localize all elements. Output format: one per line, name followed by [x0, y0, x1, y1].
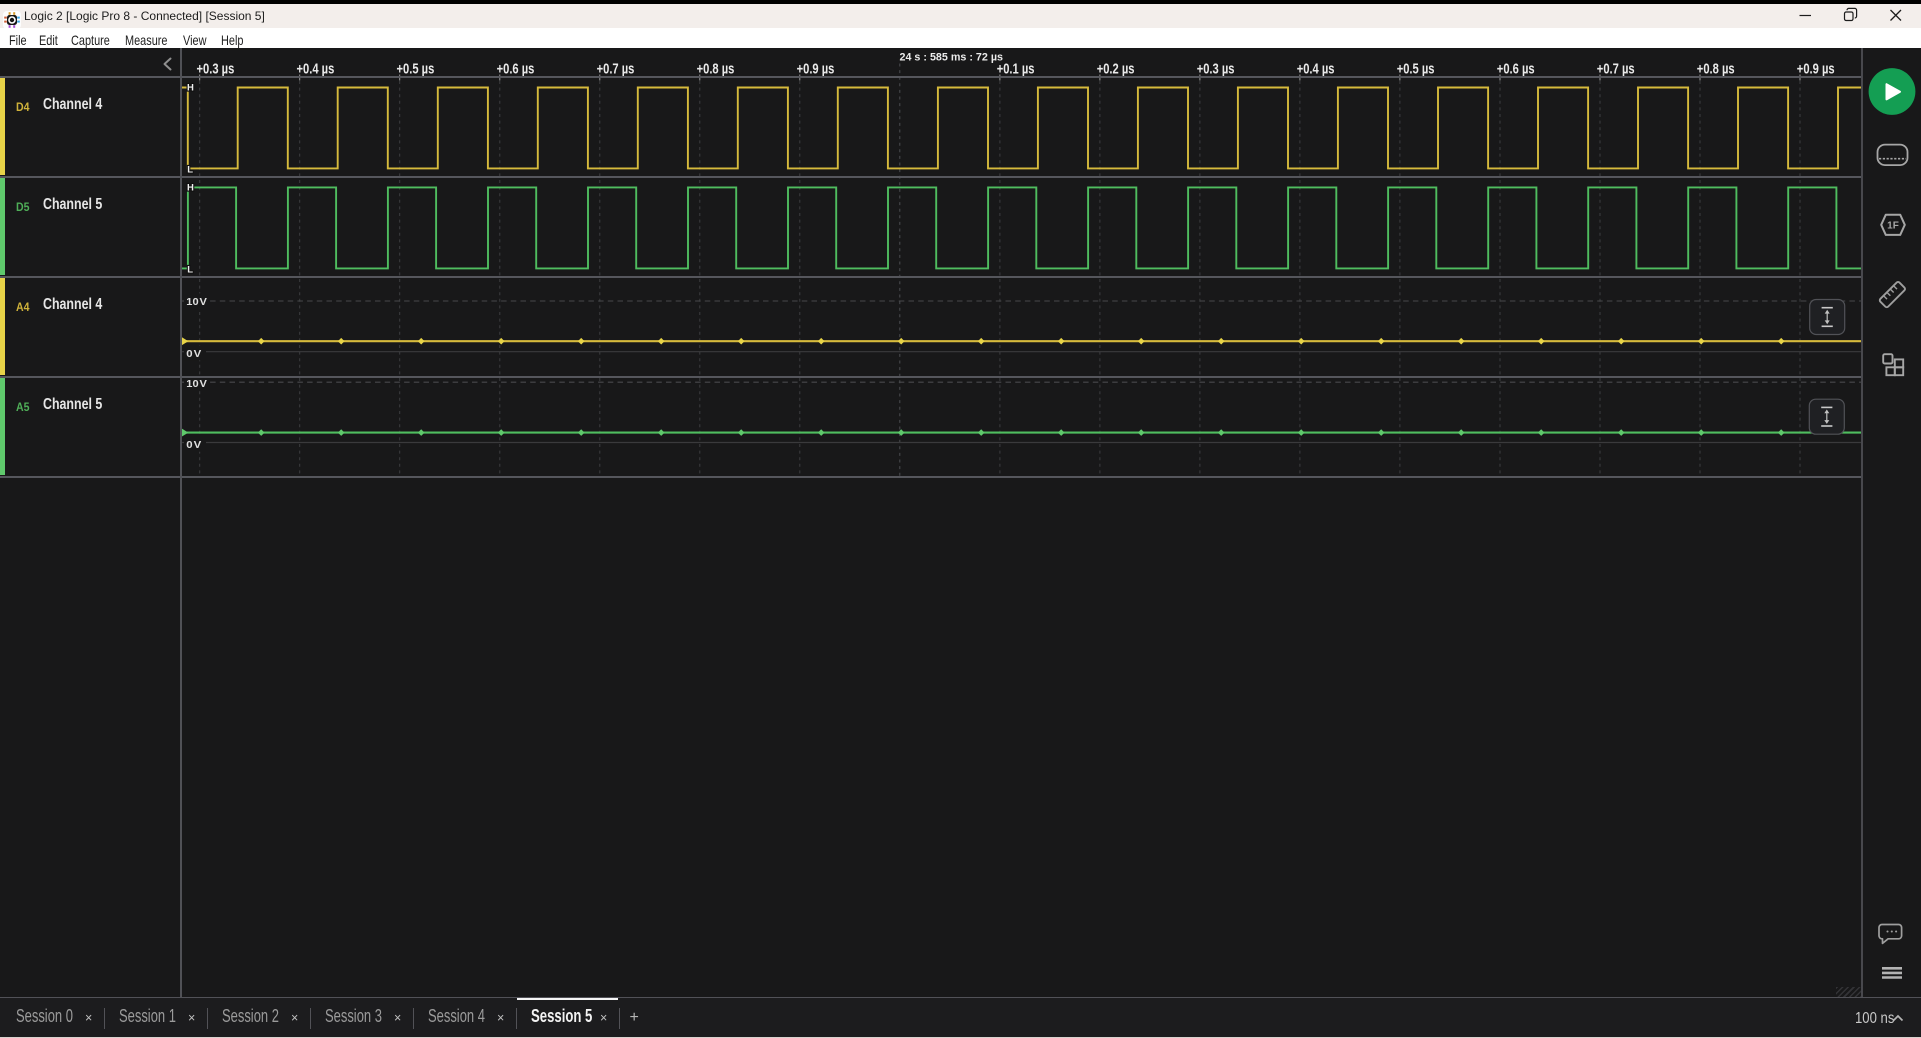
svg-text:1F: 1F: [1887, 221, 1899, 232]
